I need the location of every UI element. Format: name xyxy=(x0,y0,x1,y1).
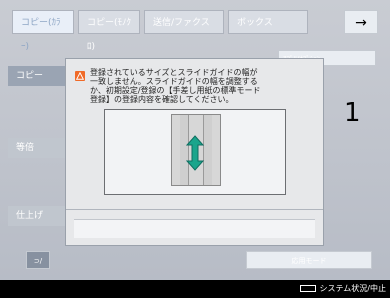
sidebar-item-finish-label: 仕上げ xyxy=(16,211,44,221)
dialog-content: 登録されているサイズとスライドガイドの幅が 一致しません。スライドガイドの幅を調… xyxy=(66,59,323,245)
system-status-label: システム状況/中止 xyxy=(319,284,386,293)
tab-copy-color-label: コピー(ｶﾗｰ) xyxy=(21,18,61,52)
tab-copy-mono-label: コピー(ﾓﾉｸﾛ) xyxy=(87,18,132,52)
tab-box-label: ボックス xyxy=(237,18,273,28)
sidebar-item-copy-label: コピー xyxy=(16,71,44,81)
dialog-divider xyxy=(66,209,323,210)
sidebar-item-same-size[interactable]: 等倍 xyxy=(8,138,68,158)
app-mode-button[interactable]: 応用モード xyxy=(246,251,372,269)
next-button[interactable]: → xyxy=(344,10,378,34)
tab-box[interactable]: ボックス xyxy=(228,10,308,34)
tab-copy-mono[interactable]: コピー(ﾓﾉｸﾛ) xyxy=(78,10,140,52)
screen: コピー(ｶﾗｰ) コピー(ﾓﾉｸﾛ) 送信/ファクス ボックス → ｱﾌﾟﾘ/ｵ… xyxy=(0,0,390,298)
reset-label: ⊃/ xyxy=(33,257,43,265)
sidebar-item-same-size-label: 等倍 xyxy=(16,143,35,153)
warning-message: 登録されているサイズとスライドガイドの幅が 一致しません。スライドガイドの幅を調… xyxy=(90,68,261,104)
reset-button[interactable]: ⊃/ xyxy=(26,251,50,269)
tab-send-fax[interactable]: 送信/ファクス xyxy=(144,10,224,34)
slide-guide-illustration xyxy=(104,109,286,195)
system-status-button[interactable]: システム状況/中止 xyxy=(295,280,390,298)
sidebar-item-finish[interactable]: 仕上げ xyxy=(8,206,68,226)
tab-send-fax-label: 送信/ファクス xyxy=(153,18,210,28)
tab-copy-color[interactable]: コピー(ｶﾗｰ) xyxy=(12,10,74,52)
adjust-arrow-icon xyxy=(185,135,205,171)
dialog-footer xyxy=(74,219,315,238)
warning-dialog: 登録されているサイズとスライドガイドの幅が 一致しません。スライドガイドの幅を調… xyxy=(65,58,324,246)
sidebar-item-copy[interactable]: コピー xyxy=(8,66,68,86)
warning-icon xyxy=(75,71,85,81)
next-arrow-icon: → xyxy=(355,15,367,31)
right-value: 1 xyxy=(344,98,361,128)
app-mode-label: 応用モード xyxy=(291,257,327,265)
